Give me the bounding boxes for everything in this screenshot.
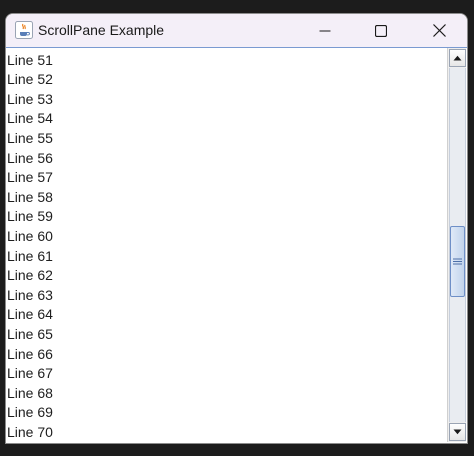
scroll-up-button[interactable] xyxy=(449,49,466,67)
text-line: Line 61 xyxy=(7,247,53,264)
window-title: ScrollPane Example xyxy=(38,22,165,38)
text-line: Line 69 xyxy=(7,404,53,421)
title-bar[interactable]: ScrollPane Example xyxy=(6,14,467,48)
vertical-scrollbar[interactable] xyxy=(447,48,466,442)
text-line: Line 70 xyxy=(7,423,53,440)
text-line: Line 56 xyxy=(7,149,53,166)
text-line: Line 57 xyxy=(7,169,53,186)
text-line: Line 66 xyxy=(7,345,53,362)
text-line: Line 53 xyxy=(7,90,53,107)
text-line: Line 55 xyxy=(7,129,53,146)
text-line: Line 54 xyxy=(7,110,53,127)
text-line: Line 58 xyxy=(7,188,53,205)
text-line: Line 63 xyxy=(7,286,53,303)
arrow-up-icon xyxy=(453,55,462,61)
text-line: Line 52 xyxy=(7,71,53,88)
text-line: Line 59 xyxy=(7,208,53,225)
text-line: Line 64 xyxy=(7,306,53,323)
close-icon xyxy=(432,24,446,37)
maximize-icon xyxy=(375,24,387,37)
app-window: ScrollPane Example Line 51 Line 52 Line 53… xyxy=(5,13,468,444)
maximize-button[interactable] xyxy=(358,14,404,47)
text-line: Line 67 xyxy=(7,365,53,382)
text-line: Line 68 xyxy=(7,384,53,401)
scroll-down-button[interactable] xyxy=(449,423,466,441)
text-area[interactable]: Line 51 Line 52 Line 53 Line 54 Line 55 Line … xyxy=(6,48,447,442)
minimize-button[interactable] xyxy=(302,14,348,47)
arrow-down-icon xyxy=(453,429,462,435)
minimize-icon xyxy=(319,30,331,31)
text-line: Line 65 xyxy=(7,325,53,342)
text-line: Line 60 xyxy=(7,227,53,244)
scroll-thumb[interactable] xyxy=(450,226,465,297)
text-line: Line 51 xyxy=(7,51,53,68)
close-button[interactable] xyxy=(416,14,462,47)
grip-icon xyxy=(453,258,462,265)
scroll-track[interactable] xyxy=(449,68,466,422)
text-line: Line 62 xyxy=(7,267,53,284)
java-app-icon[interactable] xyxy=(15,21,33,39)
